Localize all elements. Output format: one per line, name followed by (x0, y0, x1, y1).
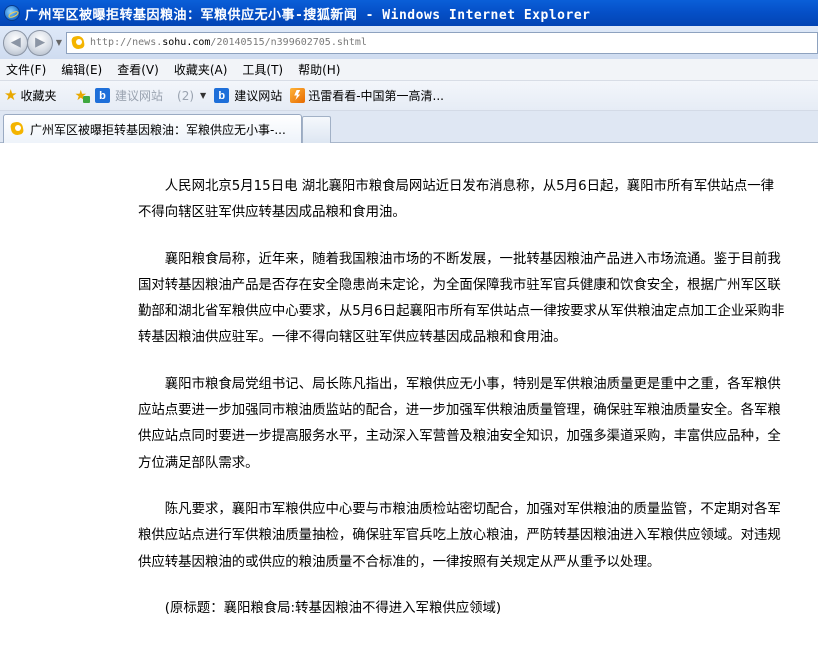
menu-favorites[interactable]: 收藏夹(A) (174, 61, 228, 78)
suggested-count: (2) (177, 88, 195, 103)
address-bar[interactable]: http://news.sohu.com/20140515/n399602705… (66, 31, 818, 54)
ie-logo-icon (4, 5, 20, 21)
suggested-sites-greyed-label: 建议网站 (115, 89, 164, 103)
article-body: 人民网北京5月15日电 湖北襄阳市粮食局网站近日发布消息称，从5月6日起，襄阳市… (138, 174, 786, 642)
forward-button[interactable]: ▶ (27, 29, 53, 56)
article-paragraph: 陈凡要求，襄阳市军粮供应中心要与市粮油质检站密切配合，加强对军供粮油的质量监管，… (138, 501, 781, 570)
menu-help[interactable]: 帮助(H) (298, 61, 340, 78)
history-dropdown-icon[interactable]: ▼ (56, 38, 62, 47)
chevron-down-icon[interactable]: ▼ (200, 91, 206, 100)
navigation-bar: ◀ ▶ ▼ http://news.sohu.com/20140515/n399… (0, 26, 818, 59)
page-content: 人民网北京5月15日电 湖北襄阳市粮食局网站近日发布消息称，从5月6日起，襄阳市… (0, 144, 818, 653)
xunlei-label: 迅雷看看-中国第一高清... (308, 89, 444, 103)
back-arrow-icon: ◀ (10, 35, 21, 50)
suggested-sites-greyed-button[interactable]: b 建议网站 (2) ▼ (95, 87, 206, 104)
article-paragraph: 襄阳市粮食局党组书记、局长陈凡指出，军粮供应无小事，特别是军供粮油质量更是重中之… (138, 376, 781, 471)
menu-edit[interactable]: 编辑(E) (61, 61, 102, 78)
url-text[interactable]: http://news.sohu.com/20140515/n399602705… (90, 37, 367, 48)
menu-view[interactable]: 查看(V) (117, 61, 159, 78)
window-title: 广州军区被曝拒转基因粮油：军粮供应无小事-搜狐新闻 - Windows Inte… (25, 7, 591, 23)
sohu-favicon-icon (9, 121, 25, 137)
menu-bar: 文件(F) 编辑(E) 查看(V) 收藏夹(A) 工具(T) 帮助(H) (0, 59, 818, 81)
menu-tools[interactable]: 工具(T) (242, 61, 283, 78)
tab-row: 广州军区被曝拒转基因粮油：军粮供应无小事-... (0, 111, 818, 143)
menu-file[interactable]: 文件(F) (6, 61, 46, 78)
sohu-favicon-icon (70, 35, 86, 51)
suggested-sites-button[interactable]: b 建议网站 (214, 87, 282, 104)
baidu-icon: b (95, 88, 111, 103)
favorites-button[interactable]: ★ 收藏夹 (4, 87, 56, 104)
baidu-icon: b (214, 88, 230, 103)
favorites-label: 收藏夹 (20, 89, 57, 103)
back-button[interactable]: ◀ (3, 29, 29, 56)
article-source: (原标题：襄阳粮食局:转基因粮油不得进入军粮供应领域) (164, 600, 502, 616)
tab-current[interactable]: 广州军区被曝拒转基因粮油：军粮供应无小事-... (3, 114, 302, 143)
forward-arrow-icon: ▶ (35, 35, 46, 50)
favorites-bar: ★ 收藏夹 ★ b 建议网站 (2) ▼ b 建议网站 迅雷看看-中国第一高清.… (0, 81, 818, 111)
xunlei-icon (290, 88, 306, 103)
add-to-favorites-icon[interactable]: ★ (74, 89, 90, 103)
title-bar: 广州军区被曝拒转基因粮油：军粮供应无小事-搜狐新闻 - Windows Inte… (0, 0, 818, 26)
tab-label: 广州军区被曝拒转基因粮油：军粮供应无小事-... (30, 122, 286, 137)
article-paragraph: 人民网北京5月15日电 湖北襄阳市粮食局网站近日发布消息称，从5月6日起，襄阳市… (138, 179, 775, 221)
star-icon: ★ (4, 86, 18, 104)
suggested-sites-label: 建议网站 (234, 89, 283, 103)
new-tab-button[interactable] (302, 116, 331, 143)
article-paragraph: 襄阳粮食局称，近年来，随着我国粮油市场的不断发展，一批转基因粮油产品进入市场流通… (138, 251, 785, 346)
xunlei-link[interactable]: 迅雷看看-中国第一高清... (290, 87, 444, 104)
